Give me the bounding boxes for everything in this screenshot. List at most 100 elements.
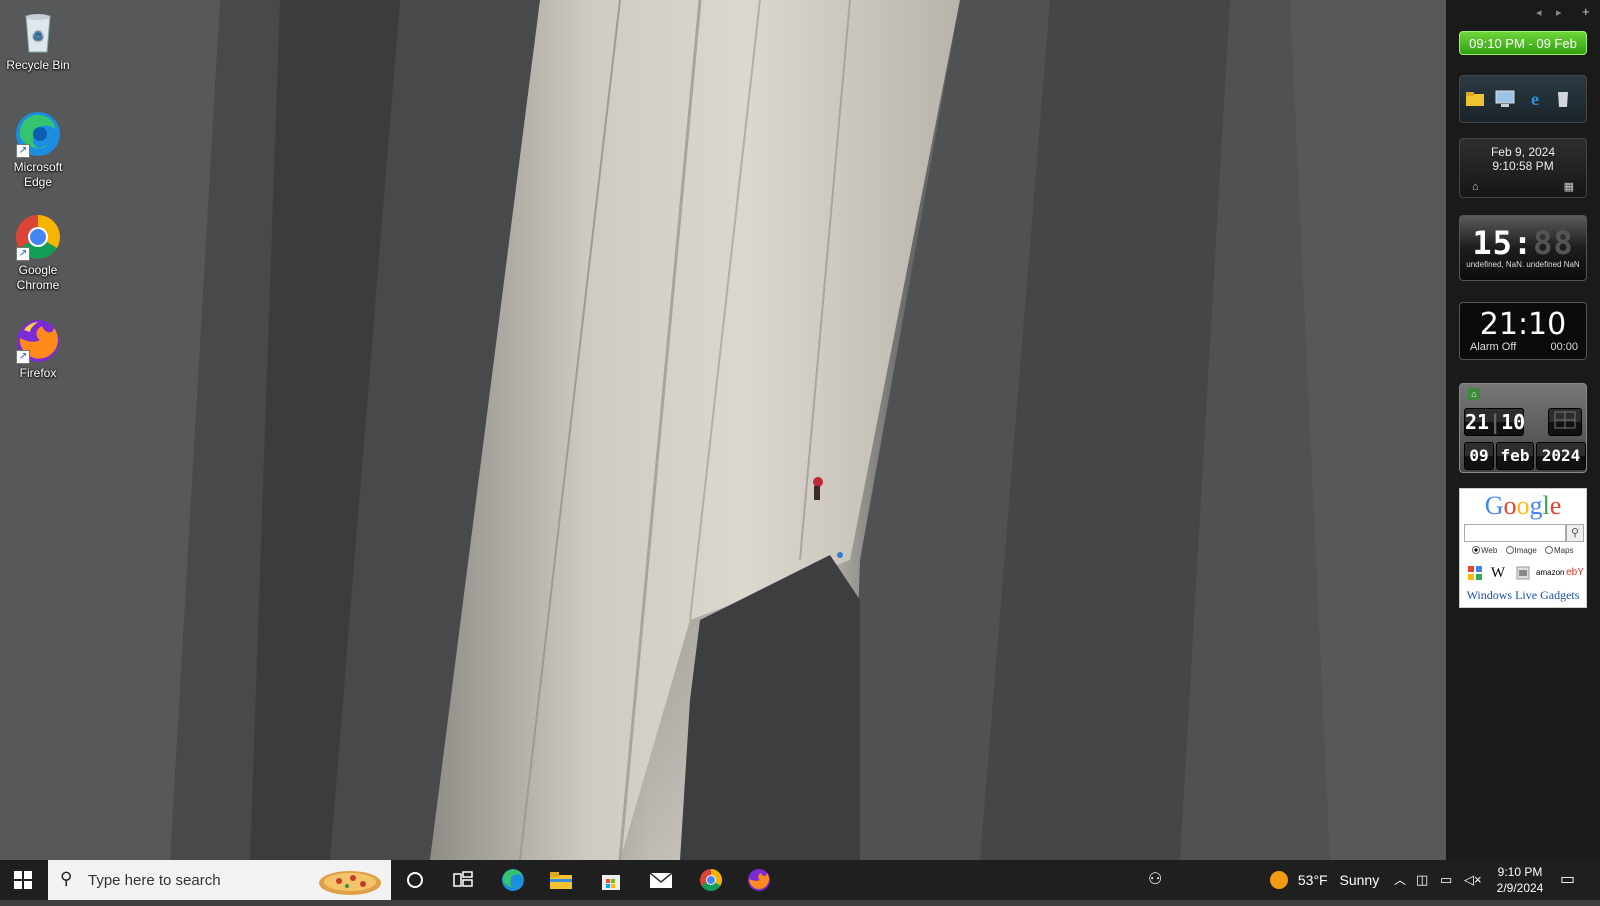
action-center-icon[interactable]: ▭ (1560, 860, 1575, 900)
google-logo-letter: G (1484, 491, 1504, 520)
folder-icon[interactable] (1464, 88, 1486, 110)
shortcut-arrow-icon: ↗ (16, 350, 30, 364)
desktop-icon-google-chrome[interactable]: ↗ Google Chrome (4, 213, 72, 293)
quick-launch-gadget: e (1459, 75, 1587, 123)
taskbar-clock[interactable]: 9:10 PM 2/9/2024 (1490, 860, 1550, 904)
flip-day: 09 (1464, 442, 1494, 470)
sidebar-next-icon[interactable]: ▸ (1556, 6, 1562, 19)
google-apps-icon[interactable] (1466, 563, 1484, 583)
amazon-link[interactable]: amazon (1536, 563, 1564, 583)
windows-logo-icon (14, 871, 32, 889)
home-icon[interactable]: ⌂ (1472, 181, 1479, 193)
taskbar-firefox-button[interactable] (736, 860, 782, 900)
gadget-time: 9:10:58 PM (1492, 159, 1554, 173)
desktop-icon-label: Microsoft Edge (13, 160, 63, 189)
cortana-circle-icon (407, 872, 423, 888)
task-view-icon (453, 871, 473, 887)
pizza-doodle-icon (319, 871, 381, 895)
time-banner-text: 09:10 PM - 09 Feb (1469, 36, 1577, 51)
taskbar-clock-date: 2/9/2024 (1496, 881, 1544, 895)
desktop-icon-label: Firefox (19, 366, 57, 380)
chrome-icon: ↗ (14, 213, 62, 261)
digital-clock-gadget: 15:88 undefined, NaN. undefined NaN (1459, 215, 1587, 281)
taskbar-mail-button[interactable] (638, 860, 684, 900)
internet-explorer-icon[interactable]: e (1524, 88, 1546, 110)
shortcut-arrow-icon: ↗ (16, 247, 30, 261)
calendar-icon[interactable]: ▦ (1564, 180, 1574, 193)
recycle-bin-icon[interactable] (1552, 88, 1574, 110)
wikipedia-link[interactable]: W (1488, 563, 1508, 583)
flip-clock-hour-minute: 21|10 (1464, 408, 1526, 436)
google-search-input[interactable] (1464, 524, 1566, 542)
home-icon[interactable]: ⌂ (1468, 388, 1480, 400)
search-placeholder: Type here to search (88, 872, 221, 889)
weather-temp: 53°F (1297, 872, 1328, 888)
alarm-clock-gadget[interactable]: 21:10 Alarm Off 00:00 (1459, 302, 1587, 360)
date-time-gadget: Feb 9, 2024 9:10:58 PM ⌂ ▦ (1459, 138, 1587, 198)
time-banner-gadget[interactable]: 09:10 PM - 09 Feb (1459, 31, 1587, 55)
desktop-icon-recycle-bin[interactable]: ♻ Recycle Bin (4, 8, 72, 73)
search-icon: ⚲ (60, 869, 73, 888)
radio-maps[interactable]: Maps (1545, 546, 1574, 555)
taskbar-store-button[interactable] (588, 860, 634, 900)
firefox-icon (748, 869, 770, 891)
sidebar-controls: ◂ ▸ + (1446, 0, 1600, 30)
network-icon[interactable]: ▭ (1440, 860, 1452, 900)
gadgets-sidebar: ◂ ▸ + 09:10 PM - 09 Feb e Feb 9, 2024 9:… (1446, 0, 1600, 860)
cliff-wallpaper-art (0, 0, 1446, 860)
digital-clock-hours: 15 (1472, 224, 1513, 262)
desktop-icon-label: Recycle Bin (6, 58, 70, 72)
taskbar-edge-button[interactable] (490, 860, 536, 900)
google-logo: Google (1460, 489, 1586, 521)
desktop-icon-label: Google Chrome (16, 263, 60, 292)
windows-live-gadgets-link[interactable]: Windows Live Gadgets (1460, 588, 1586, 603)
alarm-status: Alarm Off (1470, 341, 1517, 353)
radio-web[interactable]: Web (1472, 546, 1497, 555)
taskbar-search-box[interactable]: ⚲ Type here to search (48, 860, 391, 900)
flip-calendar-icon[interactable] (1548, 408, 1582, 436)
taskbar-chrome-button[interactable] (688, 860, 734, 900)
google-gadget-links: W amazon ebY (1464, 563, 1584, 583)
task-view-button[interactable] (440, 860, 486, 900)
flip-hour: 21 (1465, 410, 1490, 434)
recycle-bin-icon: ♻ (14, 8, 62, 56)
flip-year: 2024 (1536, 442, 1586, 470)
chrome-icon (700, 869, 722, 891)
flip-minute: 10 (1501, 410, 1526, 434)
google-search-button[interactable]: ⚲ (1566, 524, 1584, 542)
digital-clock-caption: undefined, NaN. undefined NaN (1466, 260, 1580, 269)
alarm-time: 00:00 (1550, 341, 1578, 353)
ebay-link[interactable]: ebY (1564, 563, 1586, 583)
volume-muted-icon[interactable]: ◁× (1464, 860, 1482, 900)
google-logo-letter: o (1516, 491, 1530, 520)
weather-condition: Sunny (1339, 872, 1380, 888)
cortana-button[interactable] (392, 860, 438, 900)
svg-text:♻: ♻ (33, 29, 44, 43)
start-button[interactable] (0, 860, 46, 900)
google-search-type-radios: Web Image Maps (1472, 546, 1580, 555)
flip-clock-gadget: ⌂ 21|10 09 feb 2024 (1459, 383, 1587, 473)
edge-icon (502, 869, 524, 891)
youtube-icon[interactable] (1514, 563, 1532, 583)
meet-now-icon[interactable]: ◫ (1416, 860, 1428, 900)
flip-month: feb (1496, 442, 1534, 470)
google-search-row: ⚲ (1464, 524, 1584, 542)
computer-icon[interactable] (1494, 88, 1516, 110)
add-gadget-icon[interactable]: + (1582, 4, 1590, 19)
sidebar-prev-icon[interactable]: ◂ (1536, 6, 1542, 19)
google-logo-letter: g (1529, 491, 1543, 520)
desktop-icon-firefox[interactable]: ↗ Firefox (4, 316, 72, 381)
taskbar: ⚲ Type here to search ⚇ 53°F Sunny ︿ ◫ ▭… (0, 860, 1600, 900)
firefox-icon: ↗ (14, 316, 62, 364)
taskbar-file-explorer-button[interactable] (538, 860, 584, 900)
people-icon[interactable]: ⚇ (1148, 860, 1162, 900)
edge-icon: ↗ (14, 110, 62, 158)
weather-widget[interactable]: 53°F Sunny (1270, 860, 1410, 900)
sun-icon (1270, 871, 1288, 889)
show-hidden-icons-chevron-icon[interactable]: ︿ (1394, 860, 1406, 900)
taskbar-clock-time: 9:10 PM (1497, 865, 1543, 879)
radio-image[interactable]: Image (1505, 546, 1537, 555)
desktop-icon-microsoft-edge[interactable]: ↗ Microsoft Edge (4, 110, 72, 190)
store-bag-icon (602, 875, 620, 890)
digital-clock-minutes: 88 (1533, 224, 1574, 262)
